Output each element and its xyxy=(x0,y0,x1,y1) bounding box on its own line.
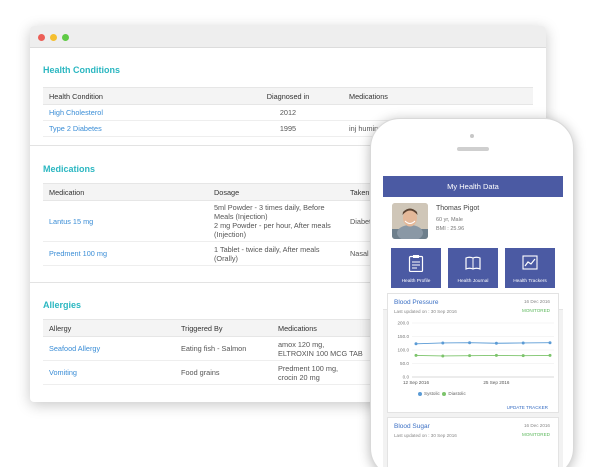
tile-label: Health Journal xyxy=(457,279,489,284)
person-photo-icon xyxy=(392,203,428,239)
column-header: Dosage xyxy=(208,183,344,201)
y-tick-label: 150.0 xyxy=(398,334,410,339)
medication-dosage: 1 Tablet - twice daily, After meals (Ora… xyxy=(208,241,344,266)
allergy-trigger: Eating fish - Salmon xyxy=(175,336,272,361)
x-tick-label: 25 Sep 2016 xyxy=(483,380,510,385)
update-tracker-link[interactable]: UPDATE TRACKER xyxy=(507,405,548,410)
series-line-systolic xyxy=(415,342,551,345)
close-window-button[interactable] xyxy=(38,34,45,41)
camera-icon xyxy=(470,134,474,138)
y-tick-label: 50.0 xyxy=(400,361,409,366)
medication-link[interactable]: Lantus 15 mg xyxy=(43,200,208,242)
speaker-icon xyxy=(457,147,489,151)
diastolic-legend-dot xyxy=(442,391,447,396)
legend-label: Diastolic xyxy=(448,391,466,396)
column-header: Medication xyxy=(43,183,208,201)
medications-title: Medications xyxy=(43,164,96,174)
profile-bmi: BMI : 25.96 xyxy=(436,226,465,232)
chart-legend: Systolic Diastolic xyxy=(418,391,466,396)
data-point-diastolic xyxy=(414,353,418,357)
card-updated: Last updated on : 30 Sep 2016 xyxy=(394,309,457,314)
systolic-legend-dot xyxy=(418,391,422,396)
dosage-line: 5ml Powder - 3 times daily, Before xyxy=(214,203,325,212)
y-tick-label: 100.0 xyxy=(398,348,410,353)
card-date: 16 Dec 2016 xyxy=(523,299,550,304)
allergy-trigger: Food grains xyxy=(175,360,272,385)
card-title: Blood Sugar xyxy=(394,423,430,430)
diagnosed-year: 2012 xyxy=(233,104,343,121)
book-icon xyxy=(465,256,481,270)
column-header: Diagnosed in xyxy=(233,87,343,105)
y-tick-label: 0.0 xyxy=(403,375,410,380)
dosage-line: 2 mg Powder - per hour, After meals xyxy=(214,221,331,230)
phone-mockup: My Health Data Thomas Pigot 60 yr, Male … xyxy=(370,118,574,467)
column-header: Health Condition xyxy=(43,87,233,105)
legend-label: Systolic xyxy=(424,391,440,396)
maximize-window-button[interactable] xyxy=(62,34,69,41)
y-tick-label: 200.0 xyxy=(398,321,410,326)
data-point-systolic xyxy=(521,341,525,345)
data-point-diastolic xyxy=(494,353,498,357)
dosage-line: (Orally) xyxy=(214,253,238,263)
card-status: MONITORED xyxy=(522,432,550,437)
data-point-diastolic xyxy=(521,354,525,358)
health-profile-tile[interactable]: Health Profile xyxy=(391,248,441,288)
avatar[interactable] xyxy=(392,203,428,239)
blood-sugar-card[interactable]: Blood Sugar Last updated on : 30 Sep 201… xyxy=(387,417,559,467)
data-point-systolic xyxy=(414,342,418,346)
series-line-diastolic xyxy=(415,354,551,357)
tile-label: Health Profile xyxy=(401,279,431,284)
allergy-link[interactable]: Seafood Allergy xyxy=(43,336,175,361)
allergy-link[interactable]: Vomiting xyxy=(43,360,175,385)
card-title: Blood Pressure xyxy=(394,299,439,306)
condition-link[interactable]: High Cholesterol xyxy=(43,104,233,121)
clipboard-icon xyxy=(408,255,424,272)
health-journal-tile[interactable]: Health Journal xyxy=(448,248,498,288)
column-header: Allergy xyxy=(43,319,175,337)
health-conditions-title: Health Conditions xyxy=(43,65,120,75)
card-status: MONITORED xyxy=(522,308,550,313)
x-tick-label: 12 Sep 2016 xyxy=(403,380,430,385)
tile-label: Health Trackers xyxy=(513,279,547,284)
data-point-systolic xyxy=(468,341,472,345)
profile-age-sex: 60 yr, Male xyxy=(436,217,463,223)
column-header: Medications xyxy=(343,87,533,105)
medication-link[interactable]: Predment 100 mg xyxy=(43,241,208,266)
card-date: 16 Dec 2016 xyxy=(523,423,550,428)
condition-link[interactable]: Type 2 Diabetes xyxy=(43,120,233,137)
diagnosed-year: 1995 xyxy=(233,120,343,137)
data-point-diastolic xyxy=(548,353,552,357)
blood-pressure-card[interactable]: Blood Pressure Last updated on : 30 Sep … xyxy=(387,293,559,413)
minimize-window-button[interactable] xyxy=(50,34,57,41)
app-title: My Health Data xyxy=(383,176,563,197)
dosage-line: Meals (Injection) xyxy=(214,212,268,221)
data-point-systolic xyxy=(494,341,498,345)
allergies-title: Allergies xyxy=(43,300,82,310)
trend-chart-icon xyxy=(522,255,538,270)
data-point-systolic xyxy=(441,341,445,345)
window-titlebar xyxy=(30,26,546,48)
card-updated: Last updated on : 30 Sep 2016 xyxy=(394,433,457,438)
profile-name: Thomas Pigot xyxy=(436,205,480,212)
data-point-systolic xyxy=(548,341,552,345)
phone-screen: My Health Data Thomas Pigot 60 yr, Male … xyxy=(383,176,563,467)
medication-dosage: 5ml Powder - 3 times daily, Before Meals… xyxy=(208,200,344,242)
dosage-line: 1 Tablet - twice daily, After meals xyxy=(214,244,320,254)
column-header: Triggered By xyxy=(175,319,272,337)
health-trackers-tile[interactable]: Health Trackers xyxy=(505,248,555,288)
blood-pressure-chart: 200.0 150.0 100.0 50.0 0.012 Sep 2016 25 Sep … xyxy=(398,321,554,385)
dosage-line: (Injection) xyxy=(214,230,247,239)
data-point-diastolic xyxy=(468,354,472,358)
data-point-diastolic xyxy=(441,354,445,358)
